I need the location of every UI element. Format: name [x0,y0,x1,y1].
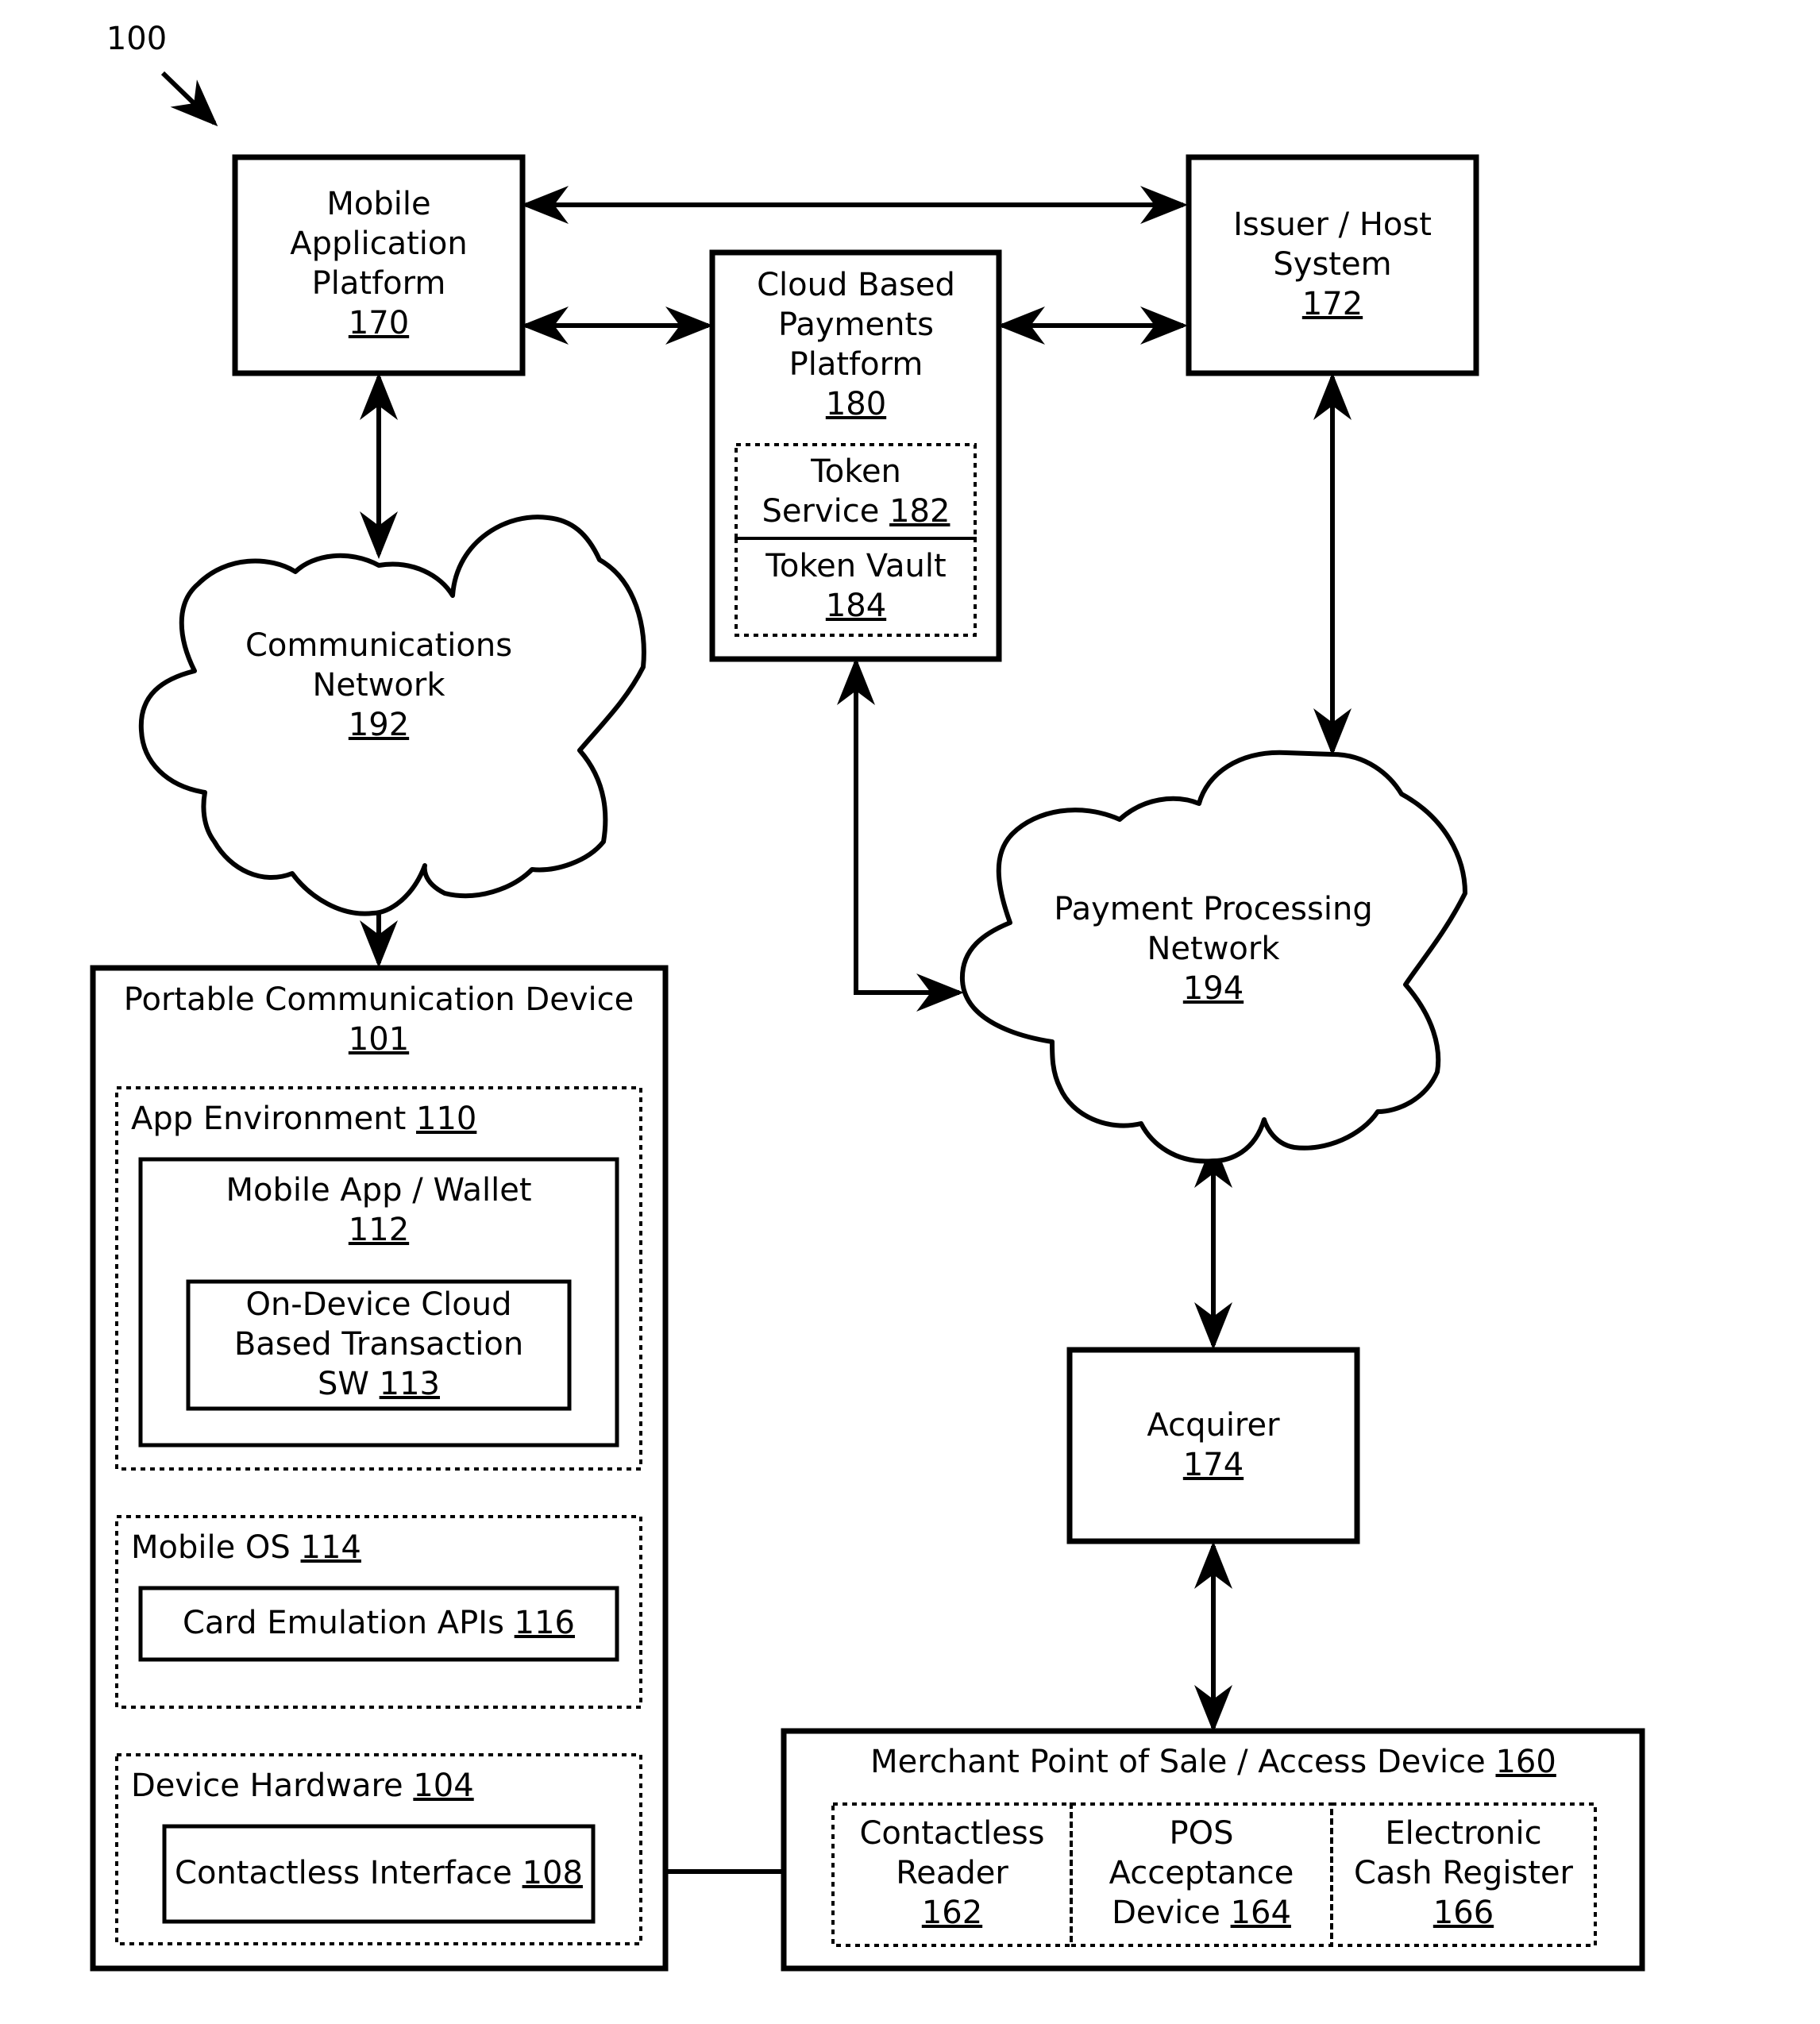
token-service-ref: 182 [889,493,950,530]
issuer-line-1: Issuer / Host [1233,206,1432,243]
payment-network-line-2: Network [1147,931,1280,967]
token-service-line-2: Service [762,493,880,530]
svg-text:194: 194 [1183,970,1244,1007]
svg-text:112: 112 [349,1212,409,1248]
acquirer-ref: 174 [1183,1447,1244,1483]
node-mobile-app-wallet[interactable]: Mobile App / Wallet 112 On-Device Cloud … [138,1157,619,1448]
cloud-payments-line-1: Cloud Based [757,267,955,303]
contactless-interface-ref: 108 [522,1855,583,1891]
device-hardware-label: Device Hardware [131,1768,403,1804]
mobile-platform-line-3: Platform [312,265,446,302]
figure-ref-label: 100 [106,21,167,57]
figure-ref-arrow [160,71,218,127]
acquirer-line-1: Acquirer [1147,1407,1280,1444]
node-communications-network[interactable]: Communications Network 192 [138,515,646,916]
svg-text:SW 113: SW 113 [318,1366,440,1402]
svg-text:180: 180 [826,386,886,422]
mobile-platform-line-1: Mobile [326,186,430,222]
cash-register-line-1: Electronic [1385,1815,1541,1852]
node-acquirer[interactable]: Acquirer 174 [1066,1347,1360,1544]
svg-text:192: 192 [349,707,409,743]
node-contactless-interface[interactable]: Contactless Interface 108 [162,1824,596,1924]
svg-text:174: 174 [1183,1447,1244,1483]
on-device-sw-line-3: SW [318,1366,369,1402]
node-on-device-sw[interactable]: On-Device Cloud Based Transaction SW 113 [186,1279,572,1411]
mobile-platform-line-2: Application [290,226,468,262]
pos-acceptance-line-2: Acceptance [1109,1855,1294,1891]
pos-acceptance-ref: 164 [1231,1895,1291,1931]
svg-text:Mobile OS 114: Mobile OS 114 [131,1529,361,1566]
cash-register-line-2: Cash Register [1354,1855,1574,1891]
svg-text:Device 164: Device 164 [1112,1895,1291,1931]
pos-acceptance-line-1: POS [1170,1815,1234,1852]
app-environment-ref: 110 [416,1101,476,1137]
contactless-reader-line-2: Reader [896,1855,1008,1891]
on-device-sw-ref: 113 [380,1366,440,1402]
svg-text:184: 184 [826,588,886,624]
cash-register-ref: 166 [1433,1895,1494,1931]
device-hardware-ref: 104 [413,1768,473,1804]
svg-text:Contactless Interface 108: Contactless Interface 108 [175,1855,583,1891]
contactless-reader-ref: 162 [922,1895,982,1931]
svg-text:Card Emulation APIs 116: Card Emulation APIs 116 [183,1605,575,1641]
comm-network-line-2: Network [312,667,445,704]
mobile-platform-ref: 170 [349,305,409,341]
token-vault-ref: 184 [826,588,886,624]
issuer-line-2: System [1273,246,1391,283]
node-payment-processing-network[interactable]: Payment Processing Network 194 [959,750,1467,1164]
node-cloud-payments-platform[interactable]: Cloud Based Payments Platform 180 Token … [709,249,1002,662]
pos-acceptance-line-3: Device [1112,1895,1220,1931]
on-device-sw-line-2: Based Transaction [234,1326,523,1363]
svg-text:Merchant Point of Sale / Acces: Merchant Point of Sale / Access Device 1… [870,1744,1556,1780]
token-service-line-1: Token [810,453,901,490]
payment-network-line-1: Payment Processing [1054,891,1372,927]
merchant-pos-ref: 160 [1495,1744,1556,1780]
cloud-payments-line-2: Payments [778,306,934,343]
system-diagram: 100 Mobile Application Platform 170 Issu… [90,21,1645,1972]
comm-network-ref: 192 [349,707,409,743]
mobile-wallet-line-1: Mobile App / Wallet [226,1172,532,1209]
svg-text:Device Hardware 104: Device Hardware 104 [131,1768,474,1804]
contactless-interface-label: Contactless Interface [175,1855,512,1891]
cloud-payments-ref: 180 [826,386,886,422]
portable-device-line-1: Portable Communication Device [124,981,634,1018]
card-emulation-label: Card Emulation APIs [183,1605,504,1641]
svg-text:170: 170 [349,305,409,341]
svg-text:172: 172 [1302,286,1363,322]
on-device-sw-line-1: On-Device Cloud [245,1286,511,1323]
mobile-os-ref: 114 [301,1529,361,1566]
mobile-os-label: Mobile OS [131,1529,291,1566]
mobile-wallet-ref: 112 [349,1212,409,1248]
portable-device-ref: 101 [349,1021,409,1058]
token-vault-line-1: Token Vault [765,548,946,584]
node-merchant-pos[interactable]: Merchant Point of Sale / Access Device 1… [781,1728,1645,1972]
edge-cloudpayments-paymentnetwork [837,657,964,1012]
svg-text:Service 182: Service 182 [762,493,950,530]
node-card-emulation-apis[interactable]: Card Emulation APIs 116 [138,1586,619,1662]
payment-network-ref: 194 [1183,970,1244,1007]
card-emulation-ref: 116 [515,1605,575,1641]
node-portable-communication-device[interactable]: Portable Communication Device 101 App En… [90,965,669,1972]
svg-text:App Environment 110: App Environment 110 [131,1101,476,1137]
merchant-pos-label: Merchant Point of Sale / Access Device [870,1744,1486,1780]
node-mobile-application-platform[interactable]: Mobile Application Platform 170 [232,154,526,376]
node-issuer-host-system[interactable]: Issuer / Host System 172 [1186,154,1479,376]
comm-network-line-1: Communications [245,627,512,664]
svg-text:166: 166 [1433,1895,1494,1931]
issuer-ref: 172 [1302,286,1363,322]
app-environment-label: App Environment [131,1101,406,1137]
svg-text:162: 162 [922,1895,982,1931]
svg-text:101: 101 [349,1021,409,1058]
cloud-payments-line-3: Platform [789,346,923,383]
contactless-reader-line-1: Contactless [859,1815,1044,1852]
